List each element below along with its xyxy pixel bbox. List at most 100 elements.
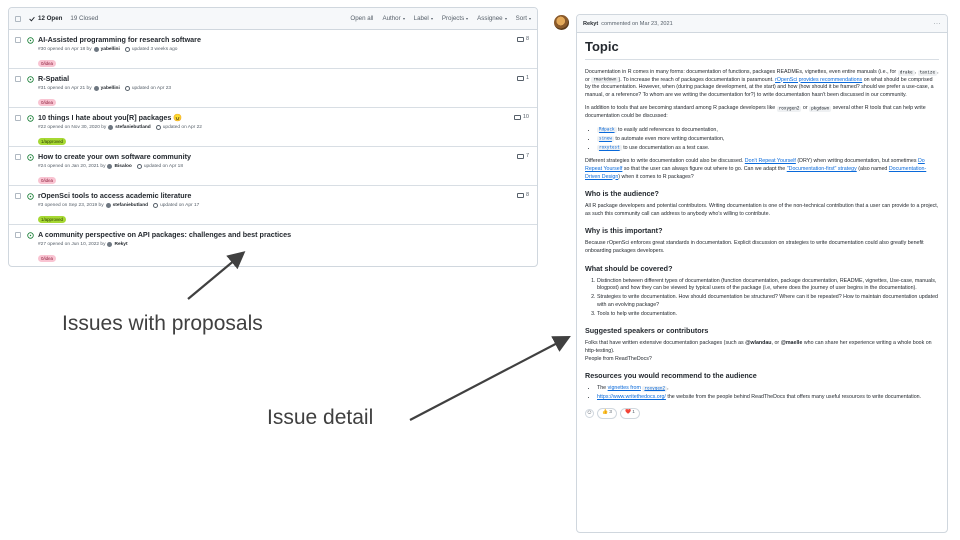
chevron-down-icon [402, 17, 405, 20]
issue-author[interactable]: yabellini [101, 86, 120, 91]
author-avatar[interactable] [107, 164, 113, 169]
text: In addition to tools that are becoming s… [585, 105, 776, 112]
issue-opened-text: #3 opened on Sep 23, 2019 by [38, 203, 104, 208]
issue-row[interactable]: R-Spatial #31 opened on Apr 21 by yabell… [9, 69, 537, 108]
documentation-first-link[interactable]: "Documentation-first" strategy [787, 166, 857, 172]
comment-count[interactable]: 7 [516, 153, 529, 159]
issue-checkbox[interactable] [15, 115, 21, 121]
tool-link[interactable]: roxytest [597, 145, 622, 152]
user-mention[interactable]: @maelle [781, 340, 803, 346]
annotation-issue-detail: Issue detail [267, 406, 374, 429]
writethedocs-link[interactable]: https://www.writethedocs.org/ [597, 394, 666, 400]
open-all-button[interactable]: Open all [350, 15, 373, 22]
comment-author[interactable]: Rekyt [583, 21, 598, 27]
audience-paragraph: All R package developers and potential c… [585, 203, 939, 217]
issue-label[interactable]: 0/idea [38, 99, 56, 106]
issue-label[interactable]: 0/idea [38, 177, 56, 184]
add-reaction-button[interactable]: ☺ [585, 408, 594, 418]
issue-updated: updated 3 weeks ago [131, 47, 178, 52]
issue-title[interactable]: A community perspective on API packages:… [38, 230, 531, 240]
code-roxygen2[interactable]: roxygen2 [642, 385, 668, 392]
clock-icon [124, 47, 130, 52]
issue-title[interactable]: rOpenSci tools to access academic litera… [38, 191, 531, 201]
issue-row[interactable]: rOpenSci tools to access academic litera… [9, 186, 537, 225]
label-filter[interactable]: Label [414, 15, 433, 22]
speakers-heading: Suggested speakers or contributors [585, 326, 709, 336]
comment-count[interactable]: 8 [516, 192, 529, 198]
more-options-icon[interactable]: ··· [934, 21, 942, 27]
text: The [597, 385, 607, 392]
filter-label: Label [413, 15, 429, 22]
list-item: sinew to automate even more writing docu… [597, 136, 939, 144]
issue-meta: #27 opened on Jun 10, 2022 by Rekyt [38, 242, 531, 247]
issue-body: 10 things I hate about you[R] packages 😠… [38, 113, 531, 146]
heart-reaction[interactable]: ❤️ 1 [619, 407, 640, 419]
issue-checkbox[interactable] [15, 37, 21, 43]
author-avatar[interactable] [108, 125, 114, 130]
comment-count[interactable]: 8 [516, 36, 529, 42]
issue-author[interactable]: yabellini [101, 47, 120, 52]
issue-label[interactable]: 1/approved [38, 216, 66, 223]
vignettes-link[interactable]: vignettes from [608, 385, 641, 391]
issue-body: rOpenSci tools to access academic litera… [38, 191, 531, 224]
issue-body: A community perspective on API packages:… [38, 230, 531, 264]
filter-label: Open all [350, 15, 374, 22]
comment-icon [516, 75, 524, 81]
author-avatar[interactable] [93, 86, 99, 91]
issue-row[interactable]: How to create your own software communit… [9, 147, 537, 186]
issue-author[interactable]: Rekyt [114, 242, 127, 247]
open-issues-tab[interactable]: 12 Open [29, 15, 62, 22]
assignee-filter[interactable]: Assignee [477, 15, 507, 22]
thumbs-up-reaction[interactable]: 👍 3 [597, 407, 617, 419]
issue-row[interactable]: A community perspective on API packages:… [9, 225, 537, 264]
commenter-avatar[interactable] [554, 15, 569, 30]
select-all-checkbox[interactable] [15, 15, 21, 22]
dry-link[interactable]: Don't Repeat Yourself [745, 158, 796, 164]
comment-icon [516, 153, 524, 159]
issue-row[interactable]: AI-Assisted programming for research sof… [9, 30, 537, 69]
author-avatar[interactable] [105, 203, 111, 208]
comment-count-value: 8 [525, 36, 529, 42]
comment-count[interactable]: 1 [516, 75, 529, 81]
resources-heading: Resources you would recommend to the aud… [585, 371, 757, 381]
sort-filter[interactable]: Sort [516, 15, 531, 22]
recommendations-link[interactable]: rOpenSci provides recommendations [775, 77, 862, 83]
comment-date[interactable]: commented on Mar 23, 2021 [601, 21, 673, 27]
check-icon [29, 16, 35, 22]
tool-link[interactable]: sinew [597, 136, 614, 143]
issue-checkbox[interactable] [15, 154, 21, 160]
issue-title[interactable]: How to create your own software communit… [38, 152, 531, 162]
issue-open-icon [27, 153, 34, 161]
list-item: roxytest to use documentation as a test … [597, 145, 939, 153]
comment-count-value: 8 [525, 192, 529, 198]
issue-author[interactable]: stefaniebutland [115, 125, 150, 130]
author-avatar[interactable] [93, 47, 99, 52]
issue-title[interactable]: 10 things I hate about you[R] packages 😠 [38, 113, 531, 123]
author-filter[interactable]: Author [382, 15, 405, 22]
list-item: https://www.writethedocs.org/ the websit… [597, 394, 939, 402]
issue-checkbox[interactable] [15, 232, 21, 238]
issue-author[interactable]: stefaniebutland [113, 203, 148, 208]
intro-paragraph: Documentation in R comes in many forms: … [585, 69, 939, 98]
issue-checkbox[interactable] [15, 76, 21, 82]
issue-open-icon [27, 231, 34, 239]
text: to automate even more writing documentat… [615, 135, 725, 142]
issue-title[interactable]: R-Spatial [38, 74, 531, 84]
tool-link[interactable]: Rdpack [597, 127, 617, 134]
clock-icon [136, 164, 142, 169]
projects-filter[interactable]: Projects [442, 15, 469, 22]
issue-title[interactable]: AI-Assisted programming for research sof… [38, 35, 531, 45]
author-avatar[interactable] [107, 242, 113, 247]
user-mention[interactable]: @wlandau [745, 340, 771, 346]
issue-author[interactable]: Bisaloo [114, 164, 131, 169]
text: (DRY) when writing documentation, but so… [797, 158, 917, 165]
comment-count[interactable]: 10 [513, 114, 529, 120]
issue-updated: updated on Apr 17 [160, 203, 200, 208]
issue-label[interactable]: 0/idea [38, 60, 56, 67]
closed-issues-tab[interactable]: 19 Closed [70, 15, 98, 22]
issue-label[interactable]: 1/approved [38, 138, 66, 145]
issue-checkbox[interactable] [15, 193, 21, 199]
issue-row[interactable]: 10 things I hate about you[R] packages 😠… [9, 108, 537, 147]
issue-label[interactable]: 0/idea [38, 255, 56, 262]
issue-updated: updated on Apr 23 [131, 86, 172, 91]
